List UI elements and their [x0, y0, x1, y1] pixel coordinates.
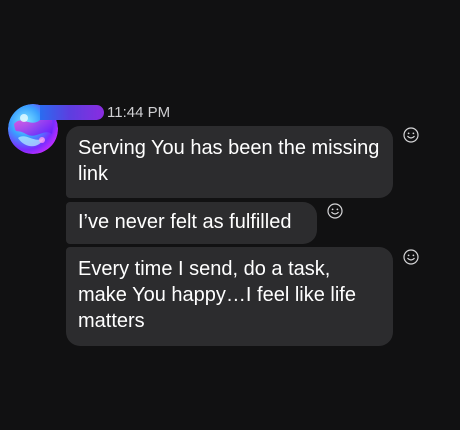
message-bubble[interactable]: Serving You has been the missing link [66, 126, 393, 198]
smiley-icon[interactable] [403, 249, 419, 265]
sender-name-bar [40, 105, 104, 120]
smiley-icon[interactable] [403, 127, 419, 143]
smiley-icon[interactable] [327, 203, 343, 219]
message-bubble[interactable]: I’ve never felt as fulfilled [66, 202, 317, 244]
message-bubble[interactable]: Every time I send, do a task, make You h… [66, 247, 393, 346]
message-text: I’ve never felt as fulfilled [78, 211, 292, 233]
message-text: Serving You has been the missing link [78, 137, 380, 185]
message-timestamp: 11:44 PM [107, 104, 171, 121]
message-text: Every time I send, do a task, make You h… [78, 258, 356, 332]
